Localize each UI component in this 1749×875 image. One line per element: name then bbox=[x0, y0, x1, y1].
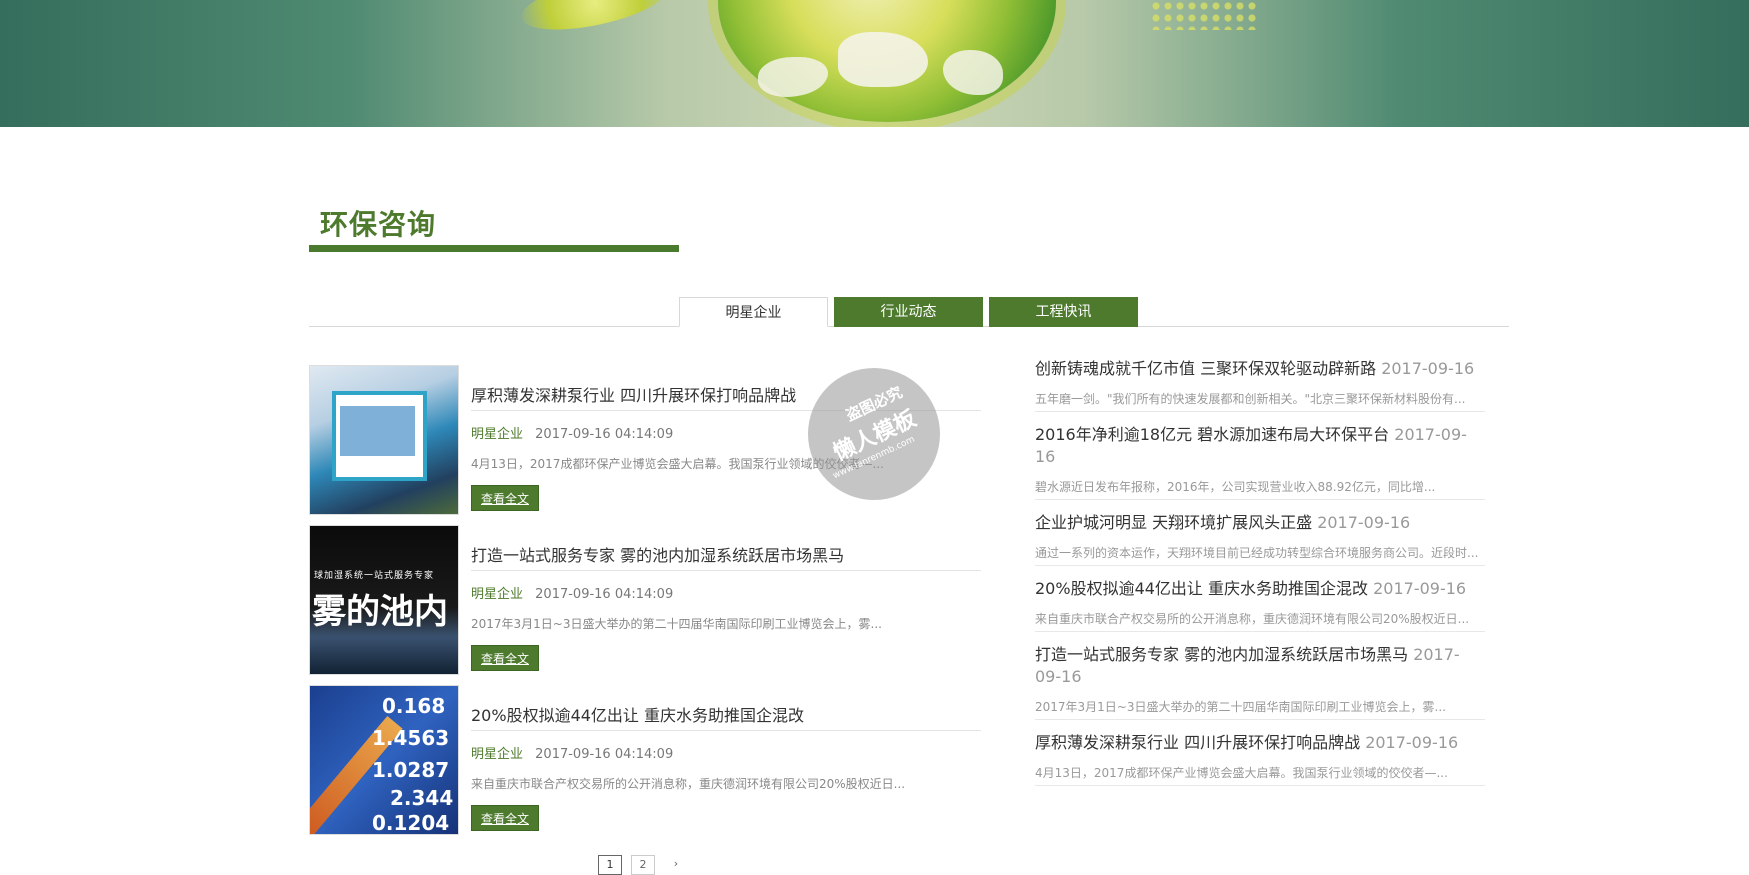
news-item: 球加湿系统一站式服务专家 雾的池内 打造一站式服务专家 雾的池内加湿系统跃居市场… bbox=[309, 525, 981, 675]
side-news-list: 创新铸魂成就千亿市值 三聚环保双轮驱动辟新路 2017-09-16 五年磨一剑。… bbox=[1035, 358, 1485, 798]
news-time: 2017-09-16 04:14:09 bbox=[535, 587, 674, 602]
side-news-summary: 来自重庆市联合产权交易所的公开消息称，重庆德润环境有限公司20%股权近日... bbox=[1035, 612, 1470, 626]
side-news-title[interactable]: 企业护城河明显 天翔环境扩展风头正盛 2017-09-16 bbox=[1035, 512, 1485, 534]
side-news-item: 打造一站式服务专家 雾的池内加湿系统跃居市场黑马 2017-09-16 2017… bbox=[1035, 644, 1485, 720]
news-meta: 明星企业 2017-09-16 04:14:09 bbox=[471, 583, 673, 602]
news-summary: 来自重庆市联合产权交易所的公开消息称，重庆德润环境有限公司20%股权近日... bbox=[471, 777, 906, 791]
news-thumbnail[interactable] bbox=[309, 365, 459, 515]
news-title[interactable]: 20%股权拟逾44亿出让 重庆水务助推国企混改 bbox=[471, 702, 804, 726]
side-news-item: 20%股权拟逾44亿出让 重庆水务助推国企混改 2017-09-16 来自重庆市… bbox=[1035, 578, 1485, 632]
divider bbox=[471, 730, 981, 731]
side-news-title[interactable]: 厚积薄发深耕泵行业 四川升展环保打响品牌战 2017-09-16 bbox=[1035, 732, 1485, 754]
tab-project-news[interactable]: 工程快讯 bbox=[989, 297, 1138, 327]
side-news-title[interactable]: 2016年净利逾18亿元 碧水源加速布局大环保平台 2017-09-16 bbox=[1035, 424, 1485, 468]
thumb-caption: 球加湿系统一站式服务专家 bbox=[314, 571, 435, 581]
thumb-headline: 雾的池内 bbox=[312, 592, 448, 632]
side-news-item: 厚积薄发深耕泵行业 四川升展环保打响品牌战 2017-09-16 4月13日，2… bbox=[1035, 732, 1485, 786]
tab-industry-news[interactable]: 行业动态 bbox=[834, 297, 983, 327]
leaf-decoration bbox=[516, 0, 674, 41]
news-item: 0.168 1.4563 1.0287 2.344 0.1204 20%股权拟逾… bbox=[309, 685, 981, 835]
page-1-button[interactable]: 1 bbox=[598, 855, 622, 875]
side-news-item: 企业护城河明显 天翔环境扩展风头正盛 2017-09-16 通过一系列的资本运作… bbox=[1035, 512, 1485, 566]
news-time: 2017-09-16 04:14:09 bbox=[535, 747, 674, 762]
tab-star-companies[interactable]: 明星企业 bbox=[679, 297, 828, 327]
title-underline bbox=[309, 245, 679, 252]
divider bbox=[471, 570, 981, 571]
globe-image bbox=[718, 0, 1056, 122]
header-banner bbox=[0, 0, 1749, 127]
news-category[interactable]: 明星企业 bbox=[471, 427, 523, 442]
page-2-button[interactable]: 2 bbox=[631, 855, 655, 875]
section-title: 环保咨询 bbox=[320, 208, 437, 241]
news-time: 2017-09-16 04:14:09 bbox=[535, 427, 674, 442]
news-meta: 明星企业 2017-09-16 04:14:09 bbox=[471, 743, 673, 762]
dots-decoration bbox=[1150, 0, 1260, 30]
side-news-title[interactable]: 打造一站式服务专家 雾的池内加湿系统跃居市场黑马 2017-09-16 bbox=[1035, 644, 1485, 688]
news-category[interactable]: 明星企业 bbox=[471, 747, 523, 762]
watermark-stamp: 盗图必究 懒人模板 www.lanrenmb.com bbox=[808, 368, 940, 500]
news-thumbnail[interactable]: 0.168 1.4563 1.0287 2.344 0.1204 bbox=[309, 685, 459, 835]
side-news-summary: 4月13日，2017成都环保产业博览会盛大启幕。我国泵行业领域的佼佼者—... bbox=[1035, 766, 1448, 780]
news-title[interactable]: 厚积薄发深耕泵行业 四川升展环保打响品牌战 bbox=[471, 382, 796, 406]
news-meta: 明星企业 2017-09-16 04:14:09 bbox=[471, 423, 673, 442]
side-news-item: 创新铸魂成就千亿市值 三聚环保双轮驱动辟新路 2017-09-16 五年磨一剑。… bbox=[1035, 358, 1485, 412]
read-more-button[interactable]: 查看全文 bbox=[471, 805, 539, 831]
read-more-button[interactable]: 查看全文 bbox=[471, 645, 539, 671]
side-news-title[interactable]: 20%股权拟逾44亿出让 重庆水务助推国企混改 2017-09-16 bbox=[1035, 578, 1485, 600]
side-news-summary: 碧水源近日发布年报称，2016年，公司实现营业收入88.92亿元，同比增... bbox=[1035, 480, 1436, 494]
side-news-summary: 通过一系列的资本运作，天翔环境目前已经成功转型综合环境服务商公司。近段时... bbox=[1035, 546, 1479, 560]
side-news-item: 2016年净利逾18亿元 碧水源加速布局大环保平台 2017-09-16 碧水源… bbox=[1035, 424, 1485, 500]
news-thumbnail[interactable]: 球加湿系统一站式服务专家 雾的池内 bbox=[309, 525, 459, 675]
side-news-summary: 五年磨一剑。"我们所有的快速发展都和创新相关。"北京三聚环保新材料股份有... bbox=[1035, 392, 1466, 406]
side-news-title[interactable]: 创新铸魂成就千亿市值 三聚环保双轮驱动辟新路 2017-09-16 bbox=[1035, 358, 1485, 380]
side-news-summary: 2017年3月1日~3日盛大举办的第二十四届华南国际印刷工业博览会上，雾... bbox=[1035, 700, 1446, 714]
news-category[interactable]: 明星企业 bbox=[471, 587, 523, 602]
next-page-icon[interactable]: › bbox=[664, 855, 688, 875]
read-more-button[interactable]: 查看全文 bbox=[471, 485, 539, 511]
news-summary: 2017年3月1日~3日盛大举办的第二十四届华南国际印刷工业博览会上，雾... bbox=[471, 617, 882, 631]
news-title[interactable]: 打造一站式服务专家 雾的池内加湿系统跃居市场黑马 bbox=[471, 542, 844, 566]
